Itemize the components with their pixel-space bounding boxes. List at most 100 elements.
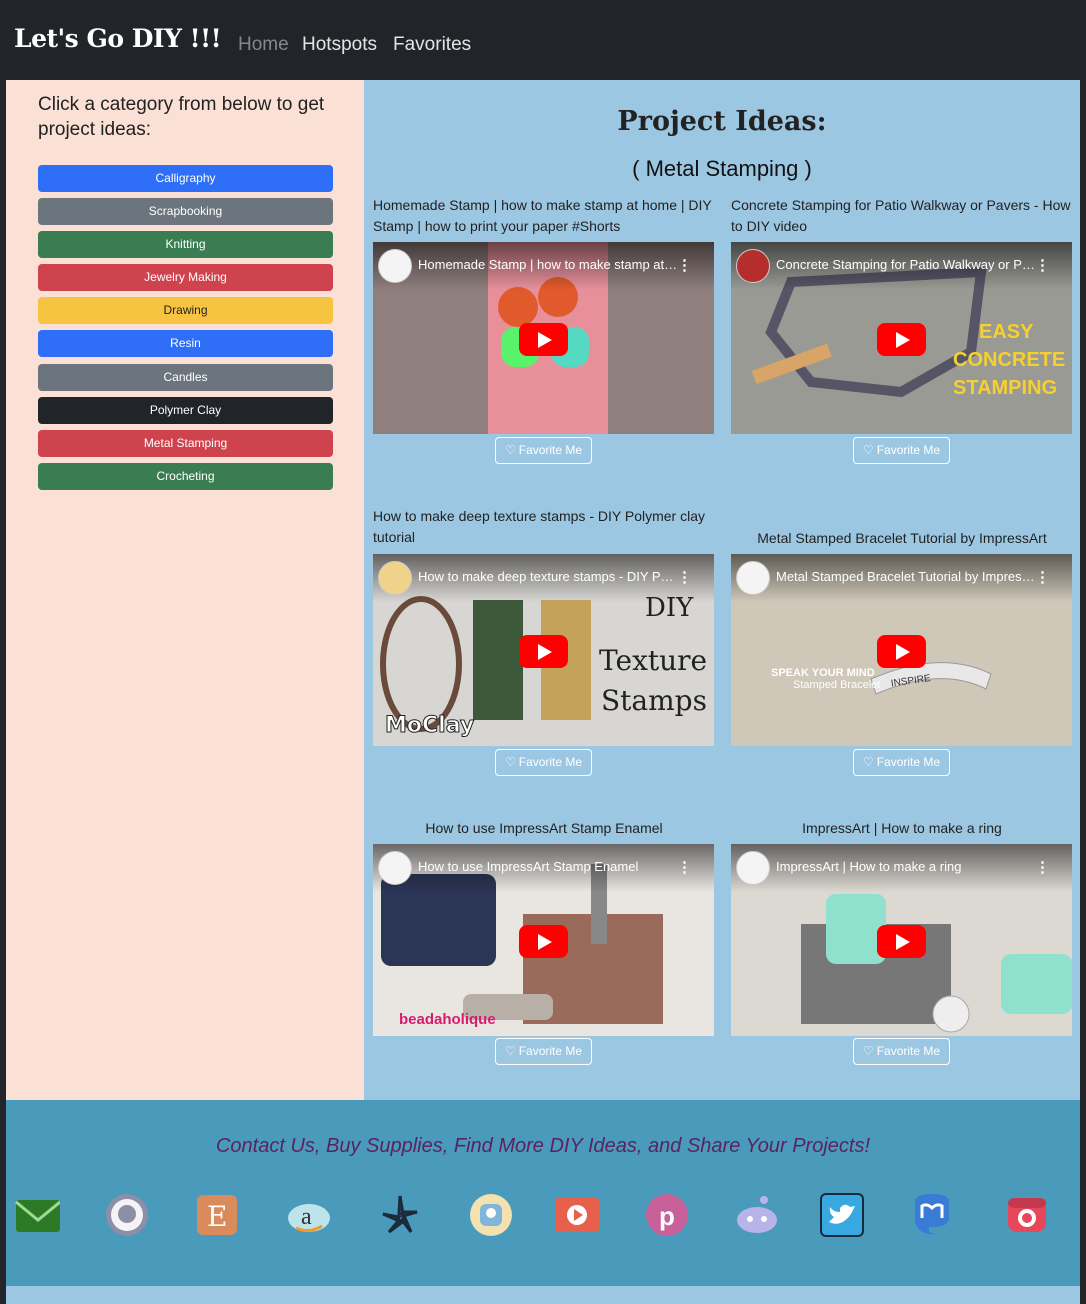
amazon-icon[interactable]: a [286,1192,332,1238]
category-button-calligraphy[interactable]: Calligraphy [38,165,333,192]
player-title-2[interactable]: Concrete Stamping for Patio Walkway or P… [776,257,1036,272]
player-title-5[interactable]: How to use ImpressArt Stamp Enamel [418,859,678,874]
nav-home[interactable]: Home [238,34,289,56]
category-button-metal-stamping[interactable]: Metal Stamping [38,430,333,457]
instagram-icon[interactable] [1004,1192,1050,1238]
category-button-drawing[interactable]: Drawing [38,297,333,324]
video-player-4[interactable]: SPEAK YOUR MIND Stamped Bracelet INSPIRE… [731,554,1072,746]
channel-avatar[interactable] [378,249,412,283]
sidebar-title: Click a category from below to get proje… [38,94,325,140]
footer-tagline: Contact Us, Buy Supplies, Find More DIY … [215,1135,871,1157]
favorite-button-6[interactable]: ♡ Favorite Me [853,1038,950,1065]
favorite-label: Favorite Me [876,1044,941,1058]
video-player-5[interactable]: beadaholique How to use ImpressArt Stamp… [373,844,714,1036]
thumb-overlay-2c: STAMPING [953,377,1057,399]
selected-category-label: ( Metal Stamping ) [632,156,812,181]
nav-favorites[interactable]: Favorites [393,34,471,56]
heart-icon: ♡ [504,443,516,457]
player-title-3[interactable]: How to make deep texture stamps - DIY Po… [418,569,678,584]
category-sidebar: Click a category from below to get proje… [6,80,364,1100]
favorite-label: Favorite Me [876,443,941,457]
thumb-overlay-3b: Texture [599,644,707,677]
more-options-icon[interactable]: ⋮ [1035,256,1050,274]
category-button-crocheting[interactable]: Crocheting [38,463,333,490]
favorite-label: Favorite Me [876,755,941,769]
thumb-overlay-2a: EASY [979,321,1034,343]
video-title-6: ImpressArt | How to make a ring [802,820,1002,836]
category-button-polymer-clay[interactable]: Polymer Clay [38,397,333,424]
page-title: Project Ideas: [617,106,827,137]
category-button-jewelry-making[interactable]: Jewelry Making [38,264,333,291]
thumb-overlay-2b: CONCRETE [953,349,1065,371]
video-title-3: How to make deep texture stamps - DIY Po… [373,508,705,545]
channel-avatar[interactable] [736,561,770,595]
nav-hotspots[interactable]: Hotspots [302,34,377,56]
channel-avatar[interactable] [378,561,412,595]
yelp-icon[interactable] [377,1192,423,1238]
favorite-label: Favorite Me [518,1044,583,1058]
video-player-1[interactable]: Homemade Stamp | how to make stamp at ho… [373,242,714,434]
github-icon[interactable] [104,1192,150,1238]
thumb-logo-3: MoClay [385,713,474,738]
favorite-label: Favorite Me [518,755,583,769]
play-button-icon[interactable] [519,925,568,958]
footer: Contact Us, Buy Supplies, Find More DIY … [6,1100,1080,1286]
video-player-3[interactable]: DIY Texture Stamps MoClay How to make de… [373,554,714,746]
video-title-2: Concrete Stamping for Patio Walkway or P… [731,197,1071,234]
category-button-resin[interactable]: Resin [38,330,333,357]
more-options-icon[interactable]: ⋮ [1035,858,1050,876]
play-button-icon[interactable] [877,323,926,356]
twitter-icon[interactable] [819,1192,865,1238]
snapchat-icon[interactable] [468,1192,514,1238]
more-options-icon[interactable]: ⋮ [677,256,692,274]
youtube-icon[interactable] [554,1192,600,1238]
project-ideas-panel: Project Ideas: ( Metal Stamping ) Homema… [364,80,1080,1100]
player-title-1[interactable]: Homemade Stamp | how to make stamp at ho… [418,257,678,272]
play-button-icon[interactable] [877,925,926,958]
svg-text:p: p [659,1201,675,1231]
favorite-button-2[interactable]: ♡ Favorite Me [853,437,950,464]
svg-text:E: E [207,1200,227,1233]
reddit-icon[interactable] [734,1192,780,1238]
footer-bottom-strip [6,1286,1080,1304]
favorite-button-5[interactable]: ♡ Favorite Me [495,1038,592,1065]
video-player-6[interactable]: ImpressArt | How to make a ring ⋮ [731,844,1072,1036]
video-player-2[interactable]: EASY CONCRETE STAMPING Concrete Stamping… [731,242,1072,434]
navbar: Let's Go DIY !!! Home Hotspots Favorites [0,0,1086,80]
player-title-6[interactable]: ImpressArt | How to make a ring [776,859,1036,874]
thumb-logo-5: beadaholique [399,1011,496,1028]
category-button-candles[interactable]: Candles [38,364,333,391]
play-button-icon[interactable] [519,323,568,356]
channel-avatar[interactable] [736,851,770,885]
more-options-icon[interactable]: ⋮ [677,568,692,586]
video-title-1: Homemade Stamp | how to make stamp at ho… [373,197,712,234]
etsy-icon[interactable]: E [194,1192,240,1238]
player-title-4[interactable]: Metal Stamped Bracelet Tutorial by Impre… [776,569,1036,584]
mastodon-icon[interactable] [909,1192,955,1238]
favorite-label: Favorite Me [518,443,583,457]
video-title-4: Metal Stamped Bracelet Tutorial by Impre… [757,530,1047,546]
thumb-overlay-4b: Stamped Bracelet [793,679,880,691]
play-button-icon[interactable] [877,635,926,668]
play-button-icon[interactable] [519,635,568,668]
more-options-icon[interactable]: ⋮ [1035,568,1050,586]
thumb-overlay-4a: SPEAK YOUR MIND [771,667,875,679]
thumb-overlay-3c: Stamps [601,684,707,717]
heart-icon: ♡ [504,1044,516,1058]
video-title-5: How to use ImpressArt Stamp Enamel [425,820,663,836]
mail-icon[interactable] [14,1192,60,1238]
svg-text:a: a [301,1204,312,1230]
heart-icon: ♡ [862,443,874,457]
favorite-button-3[interactable]: ♡ Favorite Me [495,749,592,776]
heart-icon: ♡ [862,1044,874,1058]
category-button-scrapbooking[interactable]: Scrapbooking [38,198,333,225]
pinterest-icon[interactable]: p [644,1192,690,1238]
favorite-button-4[interactable]: ♡ Favorite Me [853,749,950,776]
heart-icon: ♡ [862,755,874,769]
favorite-button-1[interactable]: ♡ Favorite Me [495,437,592,464]
channel-avatar[interactable] [736,249,770,283]
more-options-icon[interactable]: ⋮ [677,858,692,876]
category-button-knitting[interactable]: Knitting [38,231,333,258]
channel-avatar[interactable] [378,851,412,885]
brand-logo[interactable]: Let's Go DIY !!! [14,24,222,53]
